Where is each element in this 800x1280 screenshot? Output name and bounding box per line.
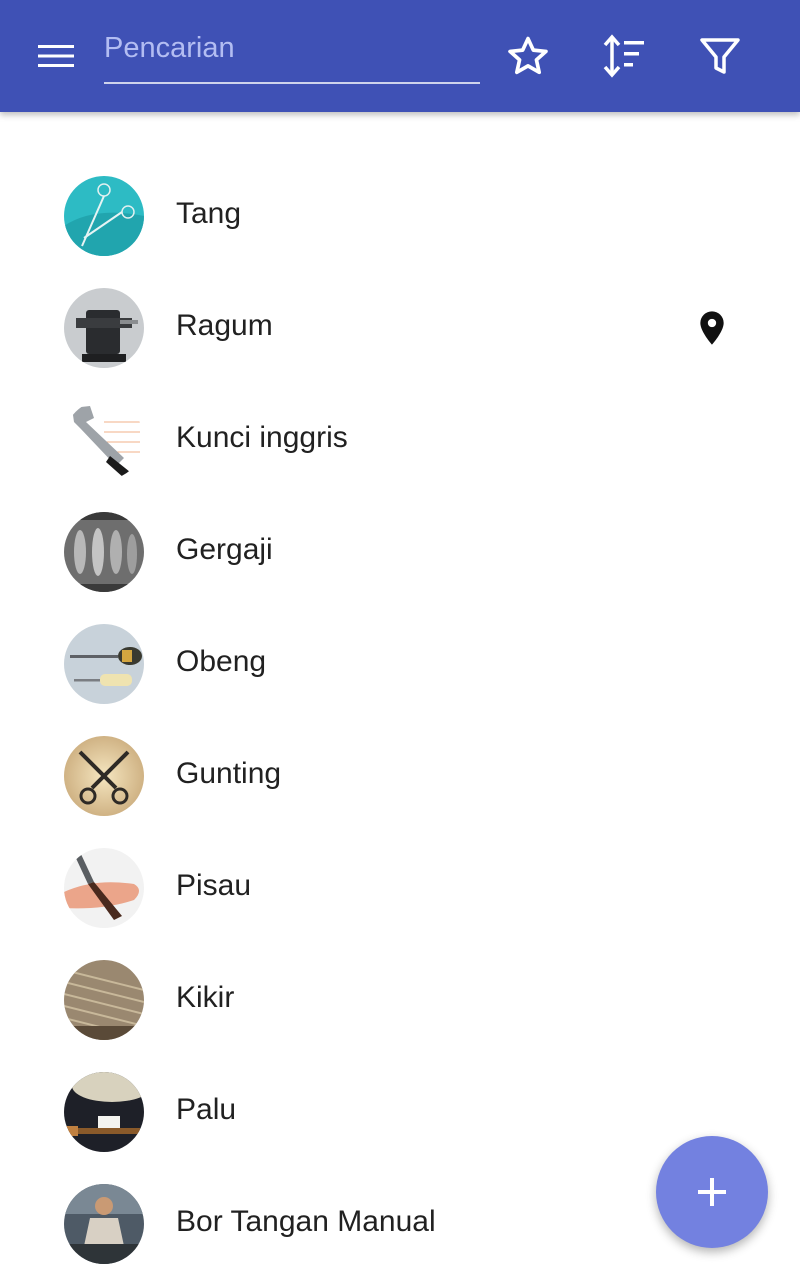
pliers-photo	[64, 176, 144, 256]
list-item[interactable]: Gergaji	[0, 496, 800, 608]
screwdriver-photo	[64, 624, 144, 704]
saw-photo	[64, 512, 144, 592]
hamburger-menu-icon	[38, 45, 74, 67]
list-item-label: Pisau	[176, 869, 252, 902]
list-item[interactable]: Kunci inggris	[0, 384, 800, 496]
list-item[interactable]: Ragum	[0, 272, 800, 384]
hammer-photo	[64, 1072, 144, 1152]
hand-drill-photo	[64, 1184, 144, 1264]
list-item-label: Ragum	[176, 309, 273, 342]
search-field	[104, 20, 480, 84]
scissors-photo	[64, 736, 144, 816]
add-button[interactable]	[656, 1136, 768, 1248]
map-pin-icon[interactable]	[692, 308, 732, 348]
list-item-label: Kikir	[176, 981, 235, 1014]
vise-photo	[64, 288, 144, 368]
list-item-label: Kunci inggris	[176, 421, 348, 454]
menu-button[interactable]	[20, 20, 92, 92]
search-input[interactable]	[104, 26, 480, 70]
sort-icon	[603, 34, 644, 78]
star-icon	[508, 36, 548, 75]
file-tool-photo	[64, 960, 144, 1040]
favorites-button[interactable]	[492, 20, 564, 92]
app-bar	[0, 0, 800, 112]
plus-icon	[698, 1178, 726, 1206]
wrench-photo	[64, 400, 144, 480]
list-item-label: Obeng	[176, 645, 267, 678]
list-item-label: Bor Tangan Manual	[176, 1205, 436, 1238]
knife-photo	[64, 848, 144, 928]
list-item[interactable]: Gunting	[0, 720, 800, 832]
list-item-label: Tang	[176, 197, 242, 230]
tool-list: Tang Ragum Kunci inggris Gergaji Obeng G…	[0, 160, 800, 1280]
list-item-label: Gergaji	[176, 533, 273, 566]
filter-icon	[700, 38, 740, 74]
list-item[interactable]: Pisau	[0, 832, 800, 944]
list-item[interactable]: Obeng	[0, 608, 800, 720]
list-item-label: Palu	[176, 1093, 237, 1126]
list-item-label: Gunting	[176, 757, 282, 790]
sort-button[interactable]	[588, 20, 660, 92]
filter-button[interactable]	[684, 20, 756, 92]
list-item[interactable]: Kikir	[0, 944, 800, 1056]
list-item[interactable]: Tang	[0, 160, 800, 272]
